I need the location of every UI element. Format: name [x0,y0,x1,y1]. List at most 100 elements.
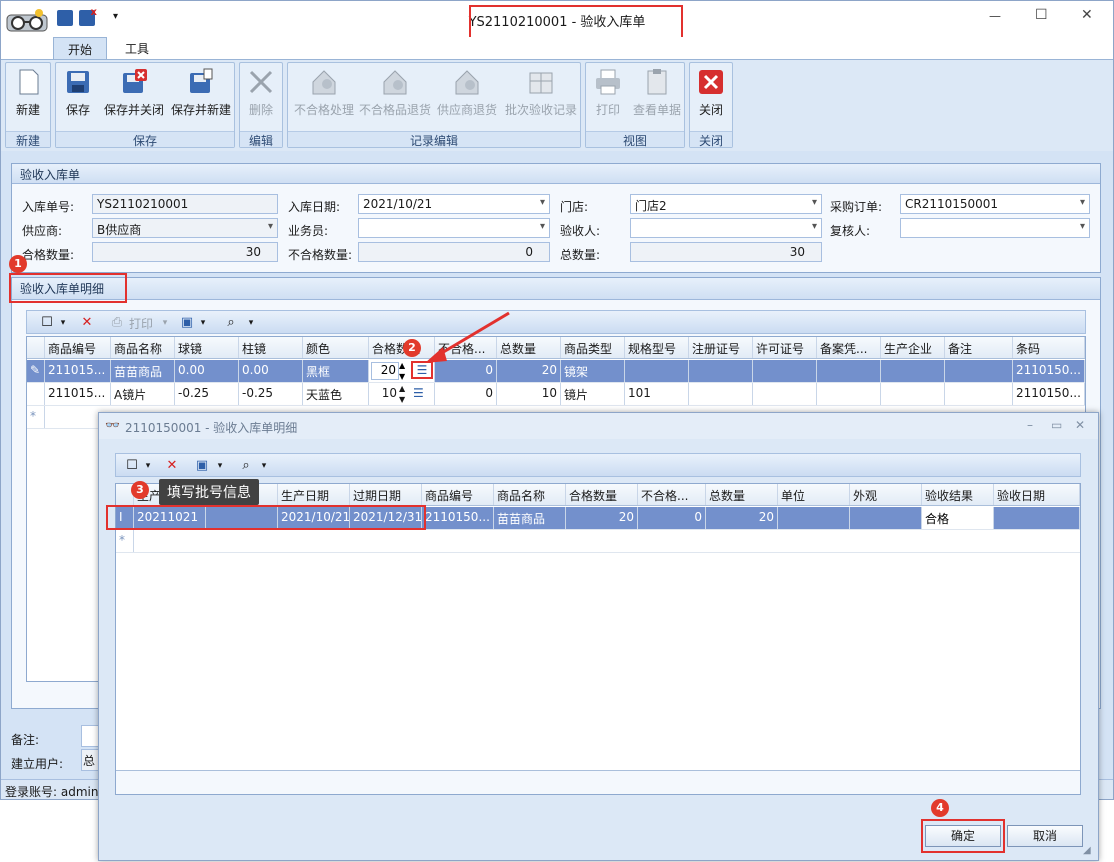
tab-start[interactable]: 开始 [53,37,108,59]
col-header[interactable]: 商品名称 [111,337,175,358]
delete-row-icon[interactable]: ✕ [79,315,95,331]
print-dropdown-icon[interactable]: ▾ [157,315,173,331]
remark-field[interactable] [81,725,99,747]
col-header[interactable]: 过期日期 [350,484,422,505]
marker-2: 2 [403,339,421,357]
supplier-return-button[interactable]: 供应商退货 [434,67,500,127]
po-select[interactable]: CR2110150001 [900,194,1090,214]
print-button[interactable]: 打印 [588,67,628,127]
save-new-button-label: 保存并新建 [170,103,231,117]
total-label: 总数量: [560,248,601,262]
dialog-minimize-button[interactable]: – [1027,418,1033,432]
col-header[interactable]: 许可证号 [753,337,817,358]
col-header[interactable]: 不合格... [638,484,706,505]
col-header[interactable]: 柱镜 [239,337,303,358]
add-dropdown-icon[interactable]: ▾ [55,315,71,331]
spin-arrows-icon[interactable]: ▲ ▼ [399,360,405,382]
col-header[interactable]: 生产日期 [278,484,350,505]
nonconform-return-button[interactable]: 不合格品退货 [358,67,432,127]
new-button[interactable]: 新建 [8,67,48,127]
col-header[interactable]: 总数量 [706,484,778,505]
col-header[interactable]: 规格型号 [625,337,689,358]
detail-toolbar: ☐ ▾ ✕ ⎙ 打印 ▾ ▣ ▾ ⌕ ▾ [26,310,1086,334]
table-row[interactable]: ✎ 211015... 苗苗商品 0.00 0.00 黑框 20 ▲ ▼ ☰ 0 … [27,360,1085,383]
save-icon [63,67,93,97]
spin-arrows-icon[interactable]: ▲ ▼ [399,383,405,405]
add-row-icon[interactable]: ☐ [39,315,55,331]
close-window-button[interactable]: ✕ [1081,7,1093,23]
search-icon[interactable]: ⌕ [223,315,239,331]
print-icon[interactable]: ⎙ [109,315,125,331]
delete-button[interactable]: 删除 [242,67,280,127]
unqualified-field[interactable]: 0 [358,242,550,262]
toolbar-more-icon[interactable]: ▾ [243,315,259,331]
batch-list-icon[interactable]: ☰ [413,386,424,400]
save-dropdown-icon[interactable]: ▾ [195,315,211,331]
col-header[interactable]: 颜色 [303,337,369,358]
date-field[interactable]: 2021/10/21 [358,194,550,214]
toolbar-more-icon[interactable]: ▾ [256,458,272,474]
dialog-title-bar: 👓 2110150001 - 验收入库单明细 – ▭ ✕ [99,413,1098,439]
cancel-button[interactable]: 取消 [1007,825,1083,847]
ribbon-group-new: 新建 新建 [5,62,51,148]
qualified-label: 合格数量: [22,248,75,262]
dialog-close-button[interactable]: ✕ [1075,418,1085,432]
doc-no-field[interactable]: YS2110210001 [92,194,278,214]
delete-row-icon[interactable]: ✕ [164,458,180,474]
col-header[interactable]: 商品类型 [561,337,625,358]
qty-spinner[interactable]: 20 [371,362,399,380]
col-header[interactable]: 备注 [945,337,1013,358]
col-header[interactable]: 条码 [1013,337,1085,358]
maximize-button[interactable]: ☐ [1035,7,1048,23]
col-header[interactable]: 单位 [778,484,850,505]
new-document-icon [13,67,43,97]
ok-highlight-box [921,819,1005,853]
table-row[interactable]: 211015... A镜片 -0.25 -0.25 天蓝色 10 ▲ ▼ ☰ 0 … [27,383,1085,406]
tab-tools[interactable]: 工具 [111,37,163,59]
salesman-select[interactable] [358,218,550,238]
search-icon[interactable]: ⌕ [238,458,254,474]
save-button[interactable]: 保存 [58,67,98,127]
col-header[interactable]: 商品编号 [45,337,111,358]
col-header[interactable]: 商品编号 [422,484,494,505]
add-dropdown-icon[interactable]: ▾ [140,458,156,474]
add-row-icon[interactable]: ☐ [124,458,140,474]
total-field[interactable]: 30 [630,242,822,262]
qty-cell[interactable]: 10 ▲ ▼ ☰ [369,383,435,405]
col-header[interactable]: 验收日期 [994,484,1080,505]
house-add-icon [452,67,482,97]
dialog-maximize-button[interactable]: ▭ [1051,418,1062,432]
col-header[interactable]: 验收结果 [922,484,994,505]
view-doc-button[interactable]: 查看单据 [630,67,684,127]
delete-button-label: 删除 [248,103,273,117]
col-header[interactable]: 生产企业 [881,337,945,358]
ribbon-group-save: 保存 保存并关闭 保存并新建 保存 [55,62,235,148]
ribbon-group-record-edit: 不合格处理 不合格品退货 供应商退货 批次验收记录 记录编辑 [287,62,581,148]
col-header[interactable]: 注册证号 [689,337,753,358]
save-new-button[interactable]: 保存并新建 [168,67,234,127]
inspector-select[interactable] [630,218,822,238]
reviewer-select[interactable] [900,218,1090,238]
store-select[interactable]: 门店2 [630,194,822,214]
save-layout-icon[interactable]: ▣ [179,315,195,331]
new-row[interactable]: * [116,530,1080,553]
creator-field[interactable]: 总 [81,749,99,771]
save-dropdown-icon[interactable]: ▾ [212,458,228,474]
nonconform-button[interactable]: 不合格处理 [290,67,358,127]
resize-grip-icon[interactable]: ◢ [1083,845,1091,856]
col-header[interactable]: 球镜 [175,337,239,358]
print-label[interactable]: 打印 [129,315,153,332]
col-header[interactable]: 备案凭... [817,337,881,358]
supplier-select[interactable]: B供应商 [92,218,278,238]
qualified-field[interactable]: 30 [92,242,278,262]
save-layout-icon[interactable]: ▣ [194,458,210,474]
col-header[interactable]: 外观 [850,484,922,505]
col-header[interactable]: 合格数量 [566,484,638,505]
batch-record-button[interactable]: 批次验收记录 [502,67,580,127]
close-icon [696,67,726,97]
minimize-button[interactable]: — [989,9,1001,23]
save-close-button[interactable]: 保存并关闭 [102,67,166,127]
close-button[interactable]: 关闭 [692,67,730,127]
col-header[interactable]: 商品名称 [494,484,566,505]
new-button-label: 新建 [15,103,40,117]
